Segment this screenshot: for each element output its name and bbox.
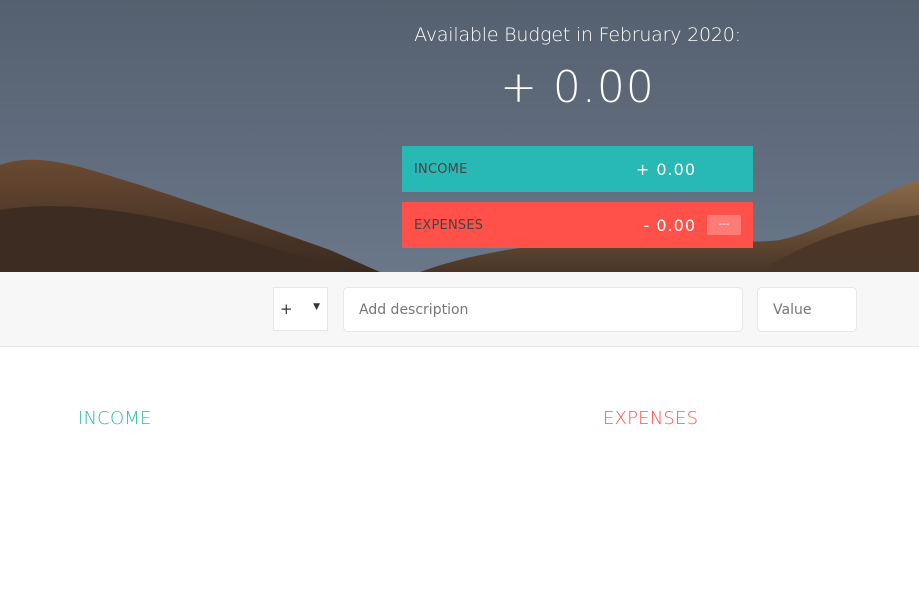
description-input[interactable] — [343, 287, 743, 332]
income-summary-value: + 0.00 — [635, 159, 696, 179]
expenses-summary-value: - 0.00 — [643, 215, 696, 235]
chevron-down-icon: ▼ — [313, 302, 320, 312]
budget-header: Available Budget in February 2020: + 0.0… — [0, 0, 919, 272]
expenses-list-title: EXPENSES — [603, 408, 699, 429]
income-summary-label: INCOME — [414, 161, 468, 177]
income-summary: INCOME + 0.00 — [402, 146, 753, 192]
expenses-summary: EXPENSES - 0.00 --- — [402, 202, 753, 248]
expenses-percentage-badge: --- — [707, 215, 741, 235]
income-list-title: INCOME — [78, 408, 152, 429]
add-item-bar: + ▼ — [0, 272, 919, 347]
expenses-summary-label: EXPENSES — [414, 217, 484, 233]
budget-title: Available Budget in February 2020: — [414, 24, 741, 46]
value-input[interactable] — [757, 287, 857, 332]
available-budget-value: + 0.00 — [500, 62, 655, 113]
type-select-value: + — [280, 300, 293, 318]
type-select[interactable]: + ▼ — [273, 287, 328, 331]
